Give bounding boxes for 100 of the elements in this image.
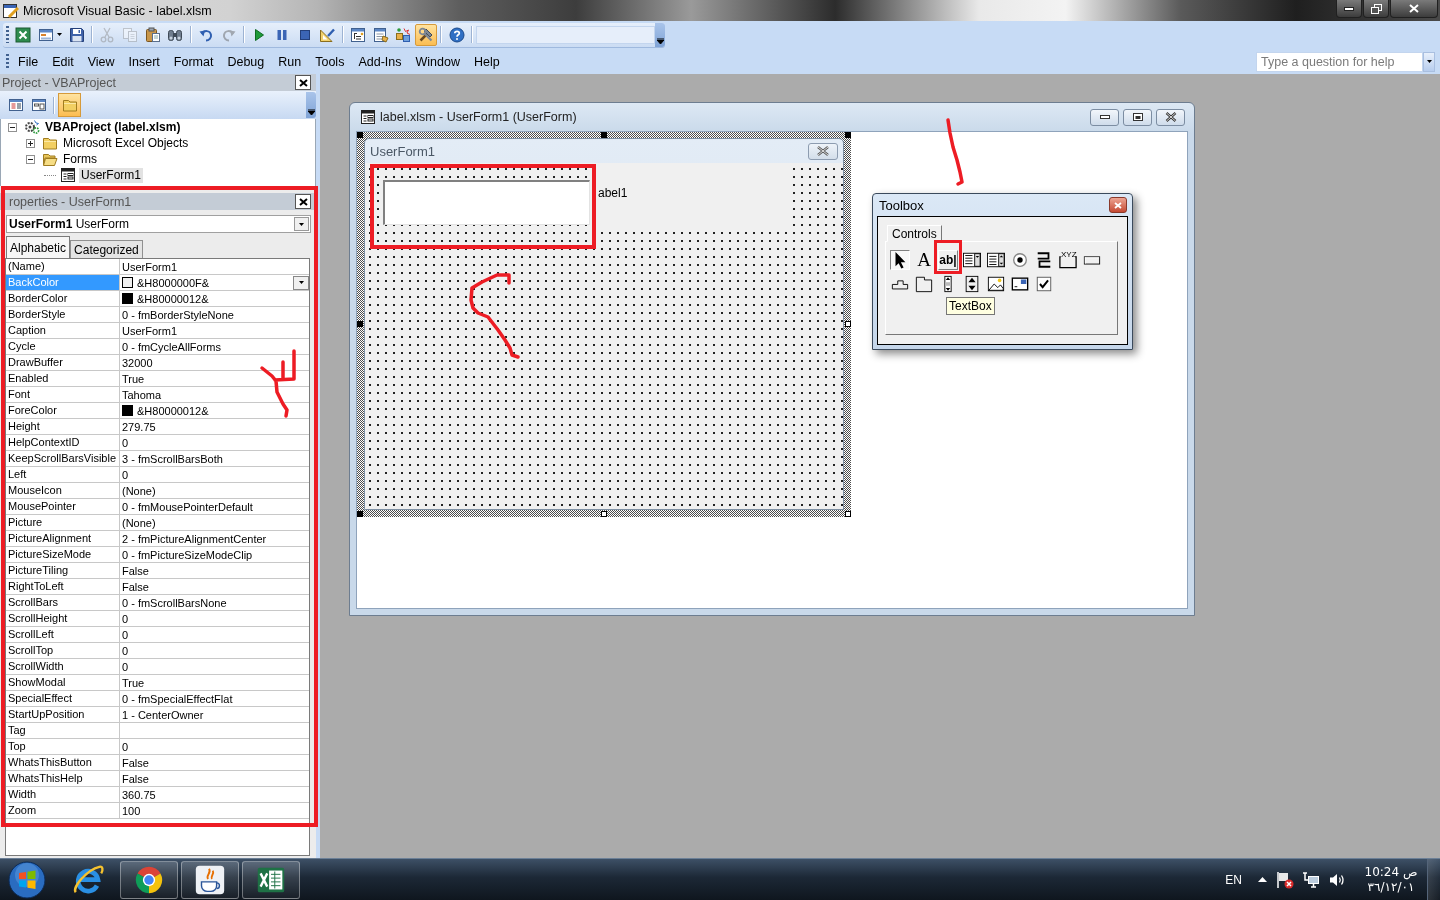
property-value[interactable]: 0 (120, 643, 309, 659)
maximize-button[interactable] (1123, 108, 1152, 126)
menu-item[interactable]: View (80, 51, 122, 72)
property-value[interactable]: 0 - fmSpecialEffectFlat (120, 691, 309, 707)
flag-icon[interactable] (1276, 870, 1294, 889)
property-value[interactable]: &H80000012& (120, 291, 309, 307)
property-value[interactable]: 360.75 (120, 787, 309, 803)
language-indicator[interactable]: EN (1225, 872, 1242, 887)
property-name[interactable]: PictureAlignment (6, 531, 120, 547)
property-name[interactable]: HelpContextID (6, 435, 120, 451)
property-value[interactable]: False (120, 579, 309, 595)
resize-handle[interactable] (601, 511, 607, 517)
property-value[interactable]: 3 - fmScrollBarsBoth (120, 451, 309, 467)
property-value[interactable]: 0 (120, 739, 309, 755)
toolbox-control[interactable] (962, 250, 982, 270)
menu-item[interactable]: Debug (220, 51, 272, 72)
toolbox-control[interactable] (1034, 274, 1054, 294)
toolbar-options-button[interactable] (306, 92, 316, 118)
resize-handle[interactable] (357, 321, 363, 327)
minus-box-icon[interactable] (26, 154, 35, 164)
toolbox-control[interactable] (914, 274, 934, 294)
toolbox-control[interactable] (986, 274, 1006, 294)
property-name[interactable]: ScrollWidth (6, 659, 120, 675)
property-name[interactable]: Tag (6, 723, 120, 739)
property-name[interactable]: WhatsThisHelp (6, 771, 120, 787)
minimize-button[interactable] (1336, 0, 1362, 18)
toolbox-control[interactable] (986, 250, 1006, 270)
toolbox-control[interactable] (1010, 250, 1030, 270)
property-value[interactable]: 0 - fmMousePointerDefault (120, 499, 309, 515)
property-value[interactable]: 1 - CenterOwner (120, 707, 309, 723)
property-value[interactable]: 0 (120, 467, 309, 483)
dropdown-button[interactable] (1423, 51, 1435, 72)
start-button[interactable] (7, 859, 47, 900)
minus-box-icon[interactable] (8, 122, 17, 132)
dropdown-button[interactable] (294, 217, 309, 231)
property-value[interactable]: 100 (120, 803, 309, 819)
tab[interactable]: Categorized (70, 240, 143, 258)
property-name[interactable]: PictureSizeMode (6, 547, 120, 563)
toolbar-options-button[interactable] (655, 22, 665, 47)
property-name[interactable]: RightToLeft (6, 579, 120, 595)
textbox-control[interactable] (383, 180, 590, 225)
toolbox-control[interactable] (1010, 274, 1030, 294)
clock[interactable]: 10:24 ص ٣٦/١٢/٠١ (1360, 864, 1422, 895)
restore-button[interactable] (1363, 0, 1389, 18)
property-value[interactable]: &H8000000F& (120, 275, 309, 291)
property-name[interactable]: MouseIcon (6, 483, 120, 499)
resize-handle[interactable] (357, 511, 363, 517)
resize-handle[interactable] (845, 511, 851, 517)
property-value[interactable]: True (120, 675, 309, 691)
tree-item[interactable]: UserForm1 (79, 167, 143, 183)
property-value[interactable]: 0 - fmScrollBarsNone (120, 595, 309, 611)
resize-handle[interactable] (845, 321, 851, 327)
property-name[interactable]: Zoom (6, 803, 120, 819)
plus-box-icon[interactable] (26, 138, 35, 148)
property-name[interactable]: Font (6, 387, 120, 403)
property-name[interactable]: Height (6, 419, 120, 435)
network-icon[interactable] (1302, 870, 1320, 889)
property-name[interactable]: WhatsThisButton (6, 755, 120, 771)
resize-handle[interactable] (845, 132, 851, 138)
property-value[interactable]: Tahoma (120, 387, 309, 403)
property-name[interactable]: KeepScrollBarsVisible (6, 451, 120, 467)
property-name[interactable]: ScrollTop (6, 643, 120, 659)
toolbox-control[interactable]: XYZ (1058, 250, 1078, 270)
property-value[interactable]: 2 - fmPictureAlignmentCenter (120, 531, 309, 547)
property-value[interactable]: 0 - fmBorderStyleNone (120, 307, 309, 323)
property-name[interactable]: ScrollLeft (6, 627, 120, 643)
property-value[interactable]: False (120, 771, 309, 787)
property-value[interactable]: (None) (120, 483, 309, 499)
taskbar-app[interactable] (181, 860, 239, 899)
property-value[interactable]: 0 (120, 611, 309, 627)
property-name[interactable]: MousePointer (6, 499, 120, 515)
menu-item[interactable]: Format (166, 51, 221, 72)
taskbar-app[interactable] (120, 860, 178, 899)
menu-item[interactable]: Help (466, 51, 507, 72)
property-name[interactable]: Caption (6, 323, 120, 339)
property-value[interactable]: 32000 (120, 355, 309, 371)
tree-item[interactable]: VBAProject (label.xlsm) (43, 119, 183, 135)
property-value[interactable]: 279.75 (120, 419, 309, 435)
close-button[interactable] (1390, 0, 1438, 18)
question-field[interactable]: Type a question for help (1256, 51, 1423, 72)
taskbar-app[interactable] (242, 860, 300, 899)
property-name[interactable]: BorderColor (6, 291, 120, 307)
tab[interactable]: Controls (887, 225, 942, 242)
menu-item[interactable]: Add-Ins (351, 51, 409, 72)
resize-handle[interactable] (357, 132, 363, 138)
show-desktop-button[interactable] (1427, 859, 1440, 900)
property-name[interactable]: Top (6, 739, 120, 755)
close-button[interactable] (1109, 197, 1127, 213)
object-dropdown[interactable]: UserForm1 UserForm (6, 215, 311, 233)
property-name[interactable]: ShowModal (6, 675, 120, 691)
menu-item[interactable]: File (11, 51, 46, 72)
close-button[interactable] (1156, 108, 1185, 126)
property-name[interactable]: ForeColor (6, 403, 120, 419)
property-name[interactable]: DrawBuffer (6, 355, 120, 371)
minimize-button[interactable] (1090, 108, 1119, 126)
property-value[interactable]: UserForm1 (120, 259, 309, 275)
dropdown-button[interactable] (293, 275, 309, 290)
property-value[interactable]: False (120, 563, 309, 579)
property-name[interactable]: Left (6, 467, 120, 483)
tree-item[interactable]: Forms (61, 151, 99, 167)
